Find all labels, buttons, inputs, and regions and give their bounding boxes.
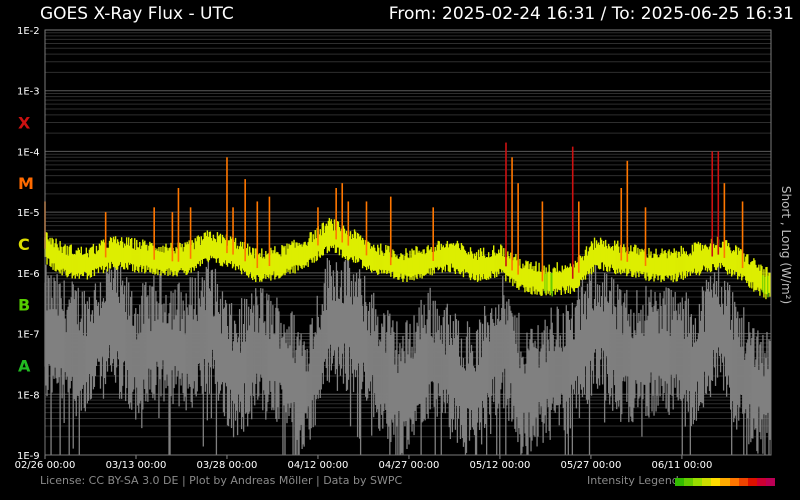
y-axis-label: Short , Long (W/m²): [779, 185, 793, 305]
legend-swatch: [756, 478, 766, 486]
legend-swatch: [729, 478, 739, 486]
flare-class-label: X: [18, 113, 31, 132]
legend-swatch: [747, 478, 757, 486]
y-tick-label: 1E-3: [17, 87, 40, 98]
x-tick-label: 02/26 00:00: [15, 460, 76, 471]
y-tick-label: 1E-8: [17, 390, 40, 401]
y-tick-label: 1E-4: [17, 147, 40, 158]
flare-class-label: B: [18, 296, 30, 315]
legend-swatch: [684, 478, 694, 486]
legend-swatch: [675, 478, 685, 486]
x-tick-label: 03/13 00:00: [106, 460, 167, 471]
flare-class-label: A: [18, 356, 31, 375]
y-tick-label: 1E-6: [17, 269, 40, 280]
legend-swatch: [765, 478, 776, 486]
legend-swatch: [711, 478, 721, 486]
xray-flux-chart: 1E-91E-81E-71E-61E-51E-41E-31E-2ABCMX02/…: [15, 26, 772, 471]
x-tick-label: 05/27 00:00: [561, 460, 622, 471]
y-tick-label: 1E-2: [17, 26, 40, 37]
y-tick-label: 1E-7: [17, 330, 40, 341]
license-text: License: CC BY-SA 3.0 DE | Plot by Andre…: [40, 474, 403, 487]
x-tick-label: 06/11 00:00: [651, 460, 712, 471]
x-tick-label: 04/27 00:00: [379, 460, 440, 471]
intensity-legend-label: Intensity Legend: [587, 474, 679, 487]
legend-swatch: [720, 478, 730, 486]
x-tick-label: 04/12 00:00: [288, 460, 349, 471]
x-tick-label: 03/28 00:00: [197, 460, 258, 471]
legend-swatch: [702, 478, 712, 486]
intensity-legend-bar: [675, 478, 776, 486]
flare-class-label: C: [18, 235, 30, 254]
legend-swatch: [693, 478, 703, 486]
y-tick-label: 1E-5: [17, 208, 40, 219]
legend-swatch: [738, 478, 748, 486]
x-tick-label: 05/12 00:00: [470, 460, 531, 471]
flare-class-label: M: [18, 174, 34, 193]
